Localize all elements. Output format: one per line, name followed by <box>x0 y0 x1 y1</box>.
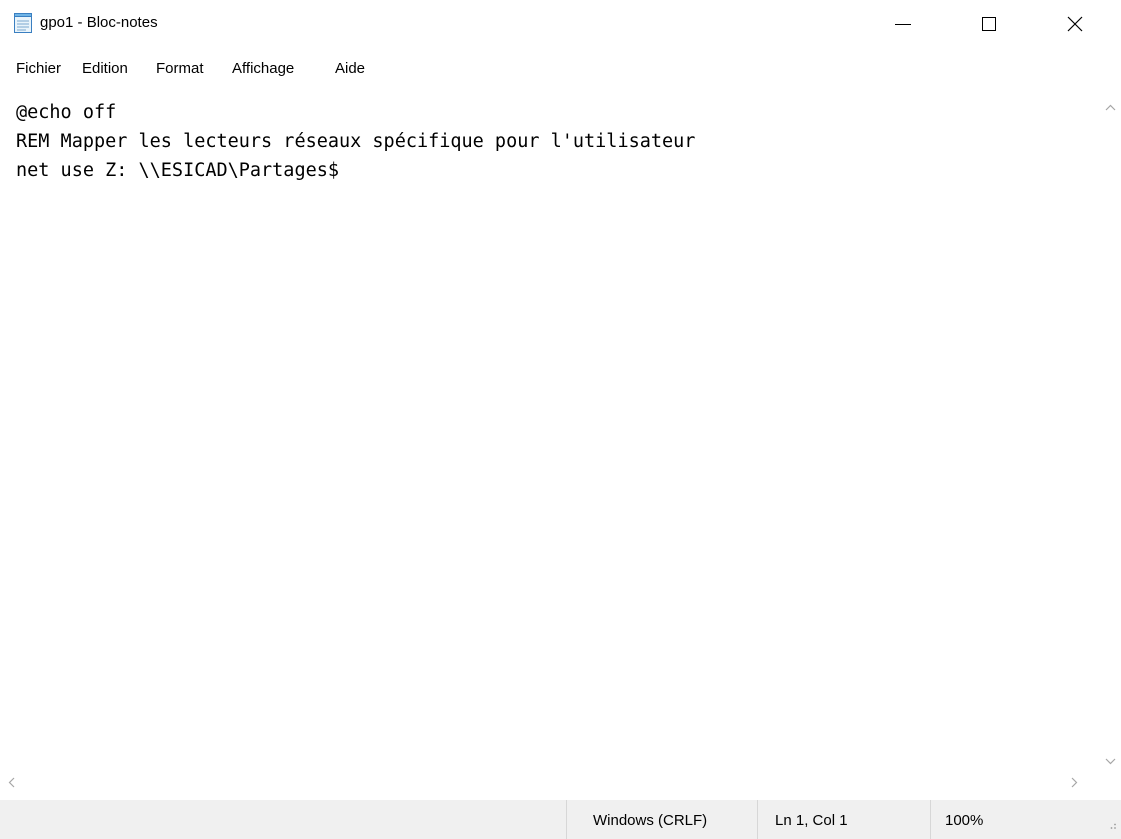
maximize-button[interactable] <box>966 0 1012 48</box>
notepad-icon <box>14 13 32 33</box>
resize-grip-icon[interactable] <box>1105 817 1117 835</box>
status-divider <box>757 800 758 839</box>
status-cursor-position: Ln 1, Col 1 <box>775 812 848 829</box>
scroll-up-icon[interactable] <box>1105 98 1116 116</box>
vertical-scrollbar[interactable] <box>1100 88 1121 770</box>
title-bar[interactable]: gpo1 - Bloc-notes <box>0 0 1121 48</box>
horizontal-scrollbar[interactable] <box>0 770 1121 791</box>
editor-line: net use Z: \\ESICAD\Partages$ <box>16 160 340 181</box>
status-divider <box>930 800 931 839</box>
status-line-ending: Windows (CRLF) <box>593 812 708 829</box>
scroll-down-icon[interactable] <box>1105 752 1116 770</box>
text-editor[interactable]: @echo off REM Mapper les lecteurs réseau… <box>0 88 1100 770</box>
menu-fichier[interactable]: Fichier <box>16 60 61 77</box>
menu-bar: Fichier Edition Format Affichage Aide <box>0 58 1121 82</box>
status-zoom: 100% <box>945 812 984 829</box>
window-title: gpo1 - Bloc-notes <box>40 14 158 31</box>
status-divider <box>566 800 567 839</box>
menu-edition[interactable]: Edition <box>82 60 128 77</box>
editor-content[interactable]: @echo off REM Mapper les lecteurs réseau… <box>16 98 695 185</box>
scroll-left-icon[interactable] <box>8 775 15 793</box>
menu-aide[interactable]: Aide <box>335 60 365 77</box>
menu-format[interactable]: Format <box>156 60 204 77</box>
maximize-icon <box>982 17 996 31</box>
close-icon <box>1067 16 1083 32</box>
close-button[interactable] <box>1052 0 1098 48</box>
scroll-right-icon[interactable] <box>1071 775 1078 793</box>
status-bar: Windows (CRLF) Ln 1, Col 1 100% <box>0 800 1121 839</box>
editor-line: REM Mapper les lecteurs réseaux spécifiq… <box>16 131 696 152</box>
menu-affichage[interactable]: Affichage <box>232 60 294 77</box>
minimize-icon <box>895 24 911 25</box>
minimize-button[interactable] <box>880 0 926 48</box>
editor-line: @echo off <box>16 102 117 123</box>
